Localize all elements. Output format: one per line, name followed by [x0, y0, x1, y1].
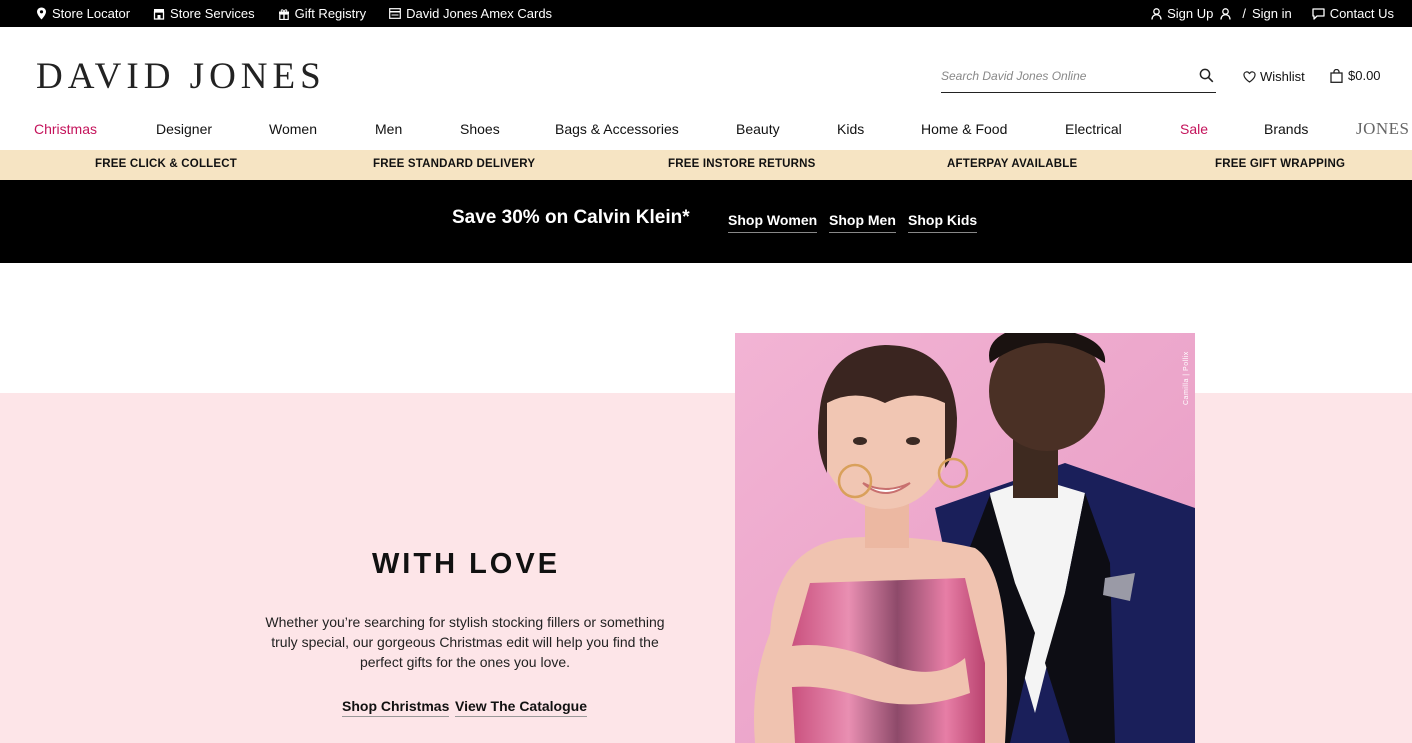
amex-cards-label: David Jones Amex Cards [406, 6, 553, 21]
benefit-instore-returns[interactable]: FREE INSTORE RETURNS [668, 158, 816, 170]
view-catalogue-link[interactable]: View The Catalogue [455, 698, 587, 717]
shop-kids-link[interactable]: Shop Kids [908, 212, 978, 233]
hero-background [0, 393, 1412, 743]
hero-description: Whether you’re searching for stylish sto… [265, 614, 665, 670]
gift-registry-label: Gift Registry [294, 6, 367, 21]
benefit-click-collect[interactable]: FREE CLICK & COLLECT [95, 158, 237, 170]
search-bar [941, 62, 1216, 93]
nav-designer[interactable]: Designer [156, 121, 212, 137]
shop-christmas-link[interactable]: Shop Christmas [342, 698, 450, 717]
nav-kids[interactable]: Kids [837, 121, 864, 137]
nav-shoes[interactable]: Shoes [460, 121, 500, 137]
nav-bags-accessories[interactable]: Bags & Accessories [555, 121, 679, 137]
main-navigation: Christmas Designer Women Men Shoes Bags … [0, 115, 1412, 145]
benefits-strip: FREE CLICK & COLLECT FREE STANDARD DELIV… [0, 150, 1412, 180]
gift-icon [278, 8, 289, 20]
shopping-bag-button[interactable]: $0.00 [1330, 68, 1381, 83]
search-icon [1199, 68, 1214, 83]
shopping-bag-icon [1330, 68, 1343, 83]
david-jones-logo[interactable]: DAVID JONES [36, 57, 326, 97]
nav-beauty[interactable]: Beauty [736, 121, 780, 137]
nav-electrical[interactable]: Electrical [1065, 121, 1122, 137]
shop-men-link[interactable]: Shop Men [829, 212, 896, 233]
chat-icon [1312, 7, 1325, 20]
wishlist-link[interactable]: Wishlist [1243, 69, 1305, 84]
utility-bar: Store Locator Store Services Gift Regist… [0, 0, 1412, 27]
jones-logo[interactable]: JONES [1356, 119, 1410, 139]
store-locator-link[interactable]: Store Locator [36, 6, 130, 21]
sign-in-link[interactable]: Sign in [1252, 6, 1292, 21]
store-locator-label: Store Locator [52, 6, 131, 21]
hero-photo-illustration [735, 333, 1195, 743]
search-button[interactable] [1199, 68, 1214, 88]
utility-right: Sign Up / Sign in Contact Us [1131, 0, 1394, 27]
nav-sale[interactable]: Sale [1180, 121, 1208, 137]
user-icon [1220, 7, 1231, 20]
hero-title: WITH LOVE [371, 548, 561, 580]
contact-us-label: Contact Us [1329, 6, 1394, 21]
user-icon [1151, 7, 1162, 20]
benefit-afterpay[interactable]: AFTERPAY AVAILABLE [947, 158, 1077, 170]
bag-total: $0.00 [1348, 68, 1381, 83]
nav-brands[interactable]: Brands [1264, 121, 1308, 137]
nav-home-food[interactable]: Home & Food [921, 121, 1007, 137]
store-services-label: Store Services [170, 6, 255, 21]
store-services-link[interactable]: Store Services [153, 6, 255, 21]
nav-men[interactable]: Men [375, 121, 402, 137]
benefit-gift-wrapping[interactable]: FREE GIFT WRAPPING [1215, 158, 1345, 170]
account-separator: / [1242, 6, 1246, 21]
heart-icon [1243, 70, 1256, 83]
account-links: Sign Up / Sign in [1151, 6, 1292, 21]
nav-christmas[interactable]: Christmas [34, 121, 97, 137]
gift-registry-link[interactable]: Gift Registry [278, 6, 367, 21]
card-icon [389, 8, 402, 19]
contact-us-link[interactable]: Contact Us [1312, 6, 1394, 21]
search-input[interactable] [941, 69, 1191, 83]
hero-image[interactable] [735, 333, 1195, 743]
shop-women-link[interactable]: Shop Women [728, 212, 818, 233]
nav-women[interactable]: Women [269, 121, 317, 137]
sign-up-link[interactable]: Sign Up [1167, 6, 1213, 21]
image-credit: Camilla | Pollix [1183, 351, 1190, 405]
map-pin-icon [37, 7, 46, 20]
wishlist-label: Wishlist [1260, 69, 1305, 84]
utility-left: Store Locator Store Services Gift Regist… [36, 0, 575, 27]
promo-banner: Save 30% on Calvin Klein* Shop Women Sho… [0, 180, 1412, 263]
promo-headline: Save 30% on Calvin Klein* [452, 207, 690, 228]
amex-cards-link[interactable]: David Jones Amex Cards [389, 6, 552, 21]
benefit-standard-delivery[interactable]: FREE STANDARD DELIVERY [373, 158, 535, 170]
store-icon [153, 8, 165, 20]
